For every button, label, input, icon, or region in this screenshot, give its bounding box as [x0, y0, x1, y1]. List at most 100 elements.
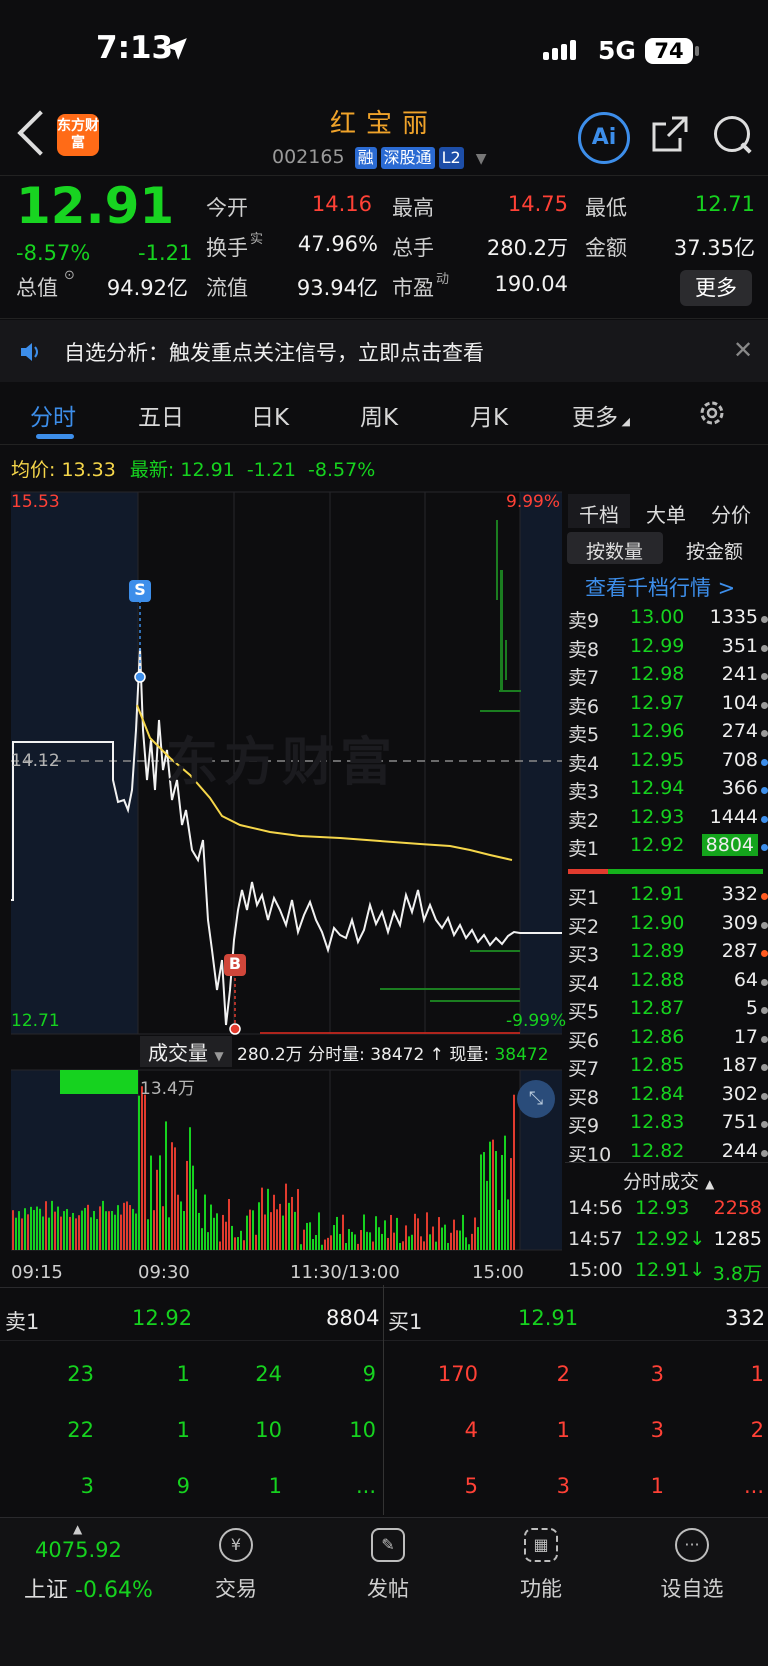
bid-row[interactable]: 买3 12.89 287 [568, 940, 768, 968]
gear-icon[interactable] [697, 398, 727, 428]
ask-level: 卖5 [568, 724, 600, 746]
stock-code-row[interactable]: 002165 融深股通 L2 ▼ [272, 146, 487, 169]
quote-field-value: 94.92亿 [106, 276, 188, 300]
volume-bar [135, 1213, 137, 1250]
trades-header[interactable]: 分时成交 ▲ [623, 1167, 714, 1194]
tab-weekly-k[interactable]: 周K [360, 398, 398, 432]
tab-daily-k[interactable]: 日K [251, 398, 289, 432]
ask-row[interactable]: 卖4 12.95 708 [568, 749, 768, 777]
bid-price: 12.88 [630, 968, 685, 991]
bid-row[interactable]: 买6 12.86 17 [568, 1026, 768, 1054]
trade-icon[interactable]: ¥ [219, 1528, 253, 1562]
volume-bar [45, 1201, 47, 1250]
volume-bar [147, 1219, 149, 1250]
bid-row[interactable]: 买5 12.87 5 [568, 997, 768, 1025]
nav-post[interactable]: 发帖 [338, 1573, 438, 1603]
buy-queue-cell: 5 [464, 1474, 478, 1498]
bid-row[interactable]: 买1 12.91 332 [568, 883, 768, 911]
bid-dot [761, 921, 768, 929]
volume-bar [309, 1222, 311, 1250]
ai-button[interactable]: Ai [578, 112, 630, 164]
sell-queue-cell: 9 [176, 1474, 190, 1498]
margin-tag: 融 [354, 147, 377, 169]
nav-trade[interactable]: 交易 [186, 1573, 286, 1603]
trade-price: 12.92↓ [635, 1228, 706, 1250]
bid-ask-ratio-red [568, 869, 608, 874]
tab-big-order[interactable]: 大单 [646, 499, 686, 528]
more-button[interactable]: 更多 [680, 270, 752, 306]
ask-row[interactable]: 卖7 12.98 241 [568, 663, 768, 691]
ask-dot [761, 815, 768, 823]
share-icon[interactable] [650, 114, 690, 154]
volume-bar [330, 1235, 332, 1250]
volume-bar [228, 1198, 230, 1250]
bid-qty: 187 [721, 1054, 758, 1076]
volume-bar [417, 1218, 419, 1250]
volume-bar [24, 1208, 26, 1250]
tab-depth[interactable]: 千档 [579, 499, 619, 528]
post-icon[interactable]: ✎ [371, 1528, 405, 1562]
expand-icon[interactable]: ⤡ [517, 1080, 555, 1118]
turnover-sup: 实 [250, 232, 264, 247]
volume-bar [393, 1232, 395, 1250]
location-arrow-icon [165, 38, 187, 60]
volume-bar [15, 1217, 17, 1250]
signal-icon [543, 40, 579, 60]
volume-bar [63, 1211, 65, 1250]
volume-bar [456, 1230, 458, 1250]
subtab-by-qty[interactable]: 按数量 [586, 537, 643, 564]
bid-row[interactable]: 买4 12.88 64 [568, 969, 768, 997]
quote-field-label: 市盈 [392, 276, 434, 300]
ask-row[interactable]: 卖9 13.00 1335 [568, 606, 768, 634]
volume-bar [12, 1210, 14, 1250]
bid-price: 12.86 [630, 1025, 685, 1048]
volume-bar [480, 1154, 482, 1250]
tab-five-day[interactable]: 五日 [138, 398, 184, 432]
tab-intraday[interactable]: 分时 [30, 398, 76, 432]
sell-queue-cell: 10 [255, 1418, 282, 1442]
volume-bar [267, 1188, 269, 1250]
volume-bar [216, 1213, 218, 1250]
tab-price-split[interactable]: 分价 [711, 499, 751, 528]
sell-queue-cell: ... [355, 1474, 376, 1498]
close-icon[interactable]: ✕ [733, 336, 753, 364]
bid-level: 买2 [568, 915, 600, 938]
bid-row[interactable]: 买9 12.83 751 [568, 1111, 768, 1139]
subtab-by-amount[interactable]: 按金额 [686, 537, 743, 564]
intraday-chart[interactable] [0, 480, 565, 1260]
apps-icon[interactable]: ▦ [524, 1528, 558, 1562]
volume-bar [384, 1220, 386, 1250]
volume-bar [141, 1086, 143, 1250]
bid-row[interactable]: 买10 12.82 244 [568, 1140, 768, 1168]
ask-row[interactable]: 卖3 12.94 366 [568, 777, 768, 805]
ask-row[interactable]: 卖6 12.97 104 [568, 692, 768, 720]
trade-time: 15:00 [568, 1259, 623, 1281]
ask-level: 卖1 [568, 838, 600, 860]
bid-price: 12.83 [630, 1111, 685, 1133]
volume-bar [438, 1217, 440, 1250]
ask-qty: 8804 [701, 834, 758, 856]
index-label[interactable]: 上证 -0.64% [24, 1572, 153, 1604]
view-depth-link[interactable]: 查看千档行情 > [585, 572, 735, 602]
bid-qty: 64 [733, 968, 758, 991]
volume-bar [492, 1139, 494, 1250]
tab-more[interactable]: 更多 ◢ [572, 398, 630, 432]
more-dots-icon[interactable]: ··· [675, 1528, 709, 1562]
ask-row[interactable]: 卖5 12.96 274 [568, 720, 768, 748]
index-value[interactable]: 4075.92 [35, 1538, 122, 1562]
bid-row[interactable]: 买7 12.85 187 [568, 1054, 768, 1082]
volume-bar [288, 1202, 290, 1250]
nav-features[interactable]: 功能 [491, 1573, 591, 1603]
bid-row[interactable]: 买2 12.90 309 [568, 912, 768, 940]
ask-row[interactable]: 卖2 12.93 1444 [568, 806, 768, 834]
volume-bar [396, 1217, 398, 1250]
volume-selector[interactable]: 成交量 ▼ [140, 1036, 232, 1067]
ask-row[interactable]: 卖1 12.92 8804 [568, 834, 768, 862]
volume-bar [198, 1212, 200, 1250]
tab-monthly-k[interactable]: 月K [470, 398, 508, 432]
ask-row[interactable]: 卖8 12.99 351 [568, 635, 768, 663]
nav-add-watchlist[interactable]: 设自选 [642, 1573, 742, 1603]
bid-row[interactable]: 买8 12.84 302 [568, 1083, 768, 1111]
volume-bar [447, 1242, 449, 1250]
pct-bottom-label: -9.99% [506, 1011, 567, 1031]
